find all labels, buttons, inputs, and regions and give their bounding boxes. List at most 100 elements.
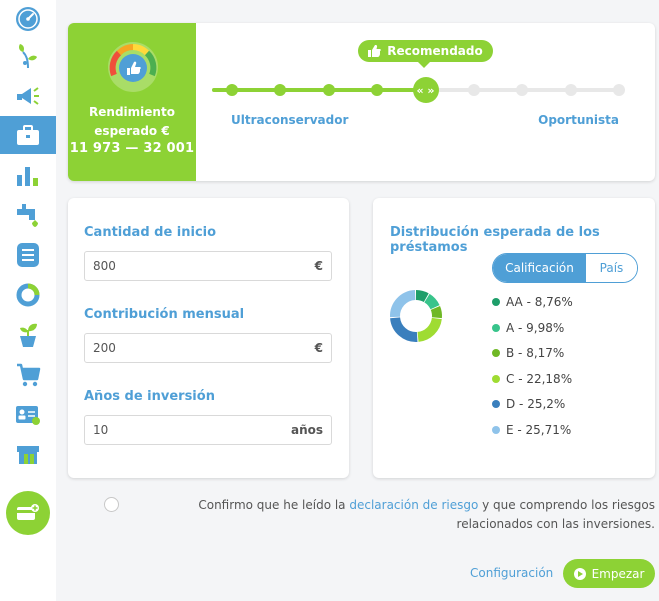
risk-max-label: Oportunista <box>538 113 619 127</box>
risk-slider-handle[interactable]: « » <box>412 77 439 103</box>
risk-level-dot[interactable] <box>322 84 335 96</box>
nav-verification[interactable] <box>0 396 56 434</box>
legend-label: B - 8,17% <box>506 346 565 361</box>
bar-chart-icon <box>17 167 38 186</box>
risk-statement-link[interactable]: declaración de riesgo <box>349 498 478 512</box>
legend-label: A - 9,98% <box>506 320 565 335</box>
legend-label: C - 22,18% <box>506 371 573 386</box>
consent-text: Confirmo que he leído la declaración de … <box>127 496 655 534</box>
legend-item: D - 25,2% <box>492 397 565 411</box>
monthly-contribution-value: 200 <box>93 341 116 355</box>
nav-marketplace[interactable] <box>0 356 56 394</box>
configuration-link[interactable]: Configuración <box>470 566 553 580</box>
document-list-icon <box>17 243 39 267</box>
toggle-country[interactable]: País <box>586 254 637 282</box>
toggle-rating[interactable]: Calificación <box>493 254 586 282</box>
play-icon <box>573 567 586 580</box>
recommended-badge: Recomendado <box>358 40 493 68</box>
recommended-label: Recomendado <box>387 44 483 58</box>
slider-handle-chevrons: « » <box>416 83 435 97</box>
start-amount-value: 800 <box>93 259 116 273</box>
consent-radio[interactable] <box>104 497 119 512</box>
briefcase-icon <box>17 125 39 145</box>
nav-growth[interactable] <box>0 36 56 74</box>
nav-documents[interactable] <box>0 236 56 274</box>
risk-slider-fill <box>212 88 426 92</box>
nav-portfolio[interactable] <box>0 116 56 154</box>
start-button[interactable]: Empezar <box>563 559 655 588</box>
consent-text-after: y que comprendo los riesgos relacionados… <box>456 498 655 531</box>
nav-savings[interactable] <box>0 316 56 354</box>
yield-range: 11 973 — 32 001 <box>69 141 195 156</box>
plant-growth-icon <box>19 44 37 69</box>
nav-cashflow[interactable] <box>0 196 56 234</box>
risk-level-dot[interactable] <box>564 84 577 96</box>
consent-text-before: Confirmo que he leído la <box>198 498 350 512</box>
nav-allocation[interactable] <box>0 276 56 314</box>
monthly-contribution-field[interactable]: 200 € <box>84 333 332 363</box>
id-card-icon <box>16 406 40 425</box>
donut-slice-aa <box>415 290 429 303</box>
risk-level-dot[interactable] <box>371 84 384 96</box>
legend-item: A - 9,98% <box>492 321 564 335</box>
risk-level-dot[interactable] <box>467 84 480 96</box>
legend-dot <box>492 374 500 383</box>
donut-slice-c <box>417 317 442 342</box>
add-card-button[interactable] <box>6 491 50 535</box>
risk-level-dot[interactable] <box>226 84 238 96</box>
legend-dot <box>492 323 500 332</box>
years-unit: años <box>290 423 323 437</box>
start-label: Empezar <box>591 566 645 581</box>
legend-dot <box>492 400 500 409</box>
seedling-pot-icon <box>20 323 37 347</box>
years-field[interactable]: 10 años <box>84 415 332 445</box>
donut-slice-b <box>430 306 442 319</box>
sidebar <box>0 0 56 601</box>
distribution-toggle: Calificación País <box>492 253 638 283</box>
distribution-donut-chart <box>390 290 442 342</box>
legend-dot <box>492 349 500 358</box>
expected-yield-panel: Rendimiento esperado € 11 973 — 32 001 <box>68 23 196 181</box>
loan-distribution-card: Distribución esperada de los préstamos C… <box>373 198 655 478</box>
add-card-icon <box>17 504 39 520</box>
donut-slice-e <box>390 290 416 318</box>
legend-label: AA - 8,76% <box>506 295 573 309</box>
start-amount-label: Cantidad de inicio <box>84 225 217 240</box>
euro-unit: € <box>314 259 323 273</box>
thumbs-up-icon <box>368 45 382 57</box>
donut-slice-a <box>424 293 440 310</box>
euro-unit: € <box>314 341 323 355</box>
legend-item: C - 22,18% <box>492 372 572 386</box>
yield-label: Rendimiento esperado € <box>89 105 175 138</box>
dashboard-gauge-icon <box>16 7 40 31</box>
ring-chart-icon <box>16 283 40 307</box>
legend-item: E - 25,71% <box>492 423 571 437</box>
shopping-cart-icon <box>17 363 41 387</box>
distribution-title: Distribución esperada de los préstamos <box>390 225 600 255</box>
monthly-contribution-label: Contribución mensual <box>84 307 245 322</box>
legend-dot <box>492 426 500 434</box>
nav-statistics[interactable] <box>0 156 56 194</box>
donut-slice-d <box>390 316 418 342</box>
risk-min-label: Ultraconservador <box>231 113 349 127</box>
legend-label: D - 25,2% <box>506 397 566 412</box>
legend-item: AA - 8,76% <box>492 295 573 309</box>
years-value: 10 <box>93 423 109 437</box>
start-amount-field[interactable]: 800 € <box>84 251 332 281</box>
legend-item: B - 8,17% <box>492 346 564 360</box>
legend-dot <box>492 298 500 306</box>
megaphone-icon <box>17 87 39 105</box>
risk-level-dot[interactable] <box>516 84 529 96</box>
portfolio-strategy-card: Rendimiento esperado € 11 973 — 32 001 R… <box>68 23 655 181</box>
nav-shop[interactable] <box>0 436 56 474</box>
legend-label: E - 25,71% <box>506 423 572 437</box>
rating-gauge-icon <box>108 42 158 92</box>
shop-awning-icon <box>17 446 39 464</box>
nav-dashboard[interactable] <box>0 0 56 38</box>
faucet-icon <box>17 204 38 227</box>
risk-level-dot[interactable] <box>613 84 625 96</box>
years-label: Años de inversión <box>84 389 215 404</box>
nav-marketing[interactable] <box>0 76 56 114</box>
investment-inputs-card: Cantidad de inicio 800 € Contribución me… <box>68 198 349 478</box>
risk-level-dot[interactable] <box>274 84 287 96</box>
